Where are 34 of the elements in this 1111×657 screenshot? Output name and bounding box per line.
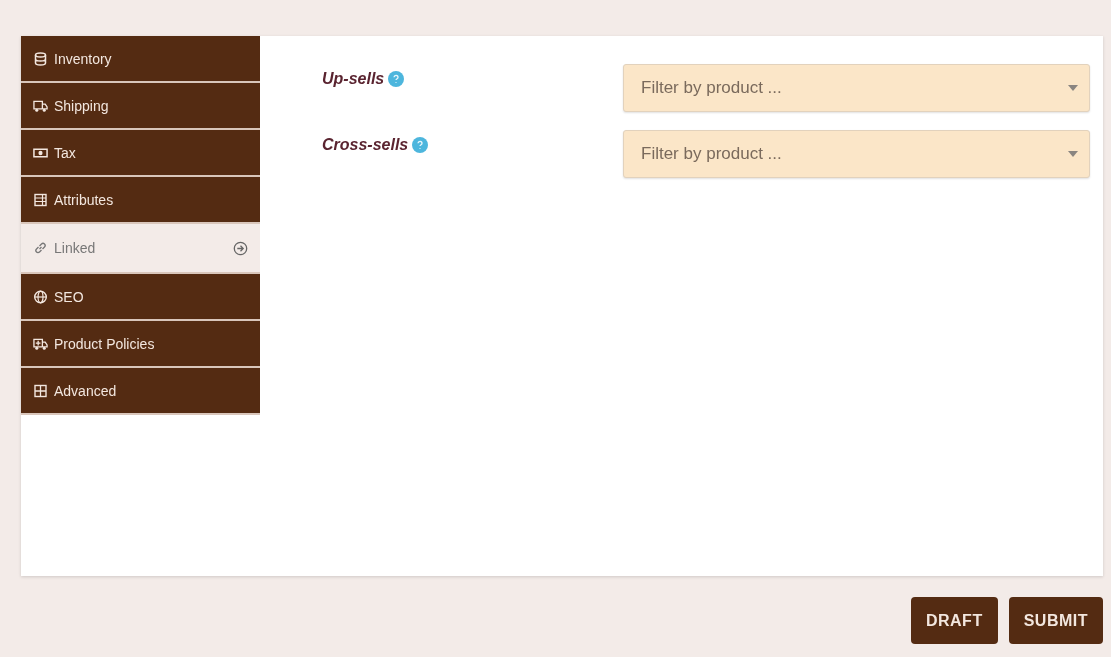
sidebar-item-label: Product Policies bbox=[54, 335, 156, 352]
globe-icon bbox=[33, 289, 48, 304]
field-label: Cross-sells bbox=[322, 136, 409, 154]
server-icon bbox=[33, 192, 48, 207]
sidebar-item[interactable]: Advanced bbox=[21, 368, 260, 415]
sidebar-item[interactable]: Attributes bbox=[21, 177, 260, 224]
sidebar-item[interactable]: Tax bbox=[21, 130, 260, 177]
sidebar-item-label: SEO bbox=[54, 288, 85, 305]
ambulance-icon bbox=[33, 336, 48, 351]
help-icon[interactable] bbox=[388, 71, 405, 87]
sidebar-item-label: Tax bbox=[54, 144, 77, 161]
caret-icon bbox=[1068, 85, 1078, 91]
arrow-circle-icon bbox=[233, 240, 248, 256]
sidebar-item[interactable]: Linked bbox=[21, 224, 260, 274]
sidebar-item-label: Inventory bbox=[54, 50, 113, 67]
product-filter-dropdown[interactable]: Filter by product ... bbox=[623, 64, 1090, 112]
truck-icon bbox=[33, 98, 48, 113]
caret-icon bbox=[1068, 151, 1078, 157]
submit-button[interactable]: SUBMIT bbox=[1008, 597, 1103, 644]
sidebar-item-label: Shipping bbox=[54, 97, 110, 114]
sidebar-item[interactable]: Shipping bbox=[21, 83, 260, 130]
draft-button[interactable]: DRAFT bbox=[910, 597, 998, 644]
sidebar-item-label: Linked bbox=[54, 240, 97, 256]
database-icon bbox=[33, 51, 48, 66]
sidebar-item-label: Advanced bbox=[54, 382, 118, 399]
sidebar-item[interactable]: Inventory bbox=[21, 36, 260, 83]
sidebar-item-label: Attributes bbox=[54, 191, 115, 208]
field-label: Up-sells bbox=[322, 70, 385, 88]
sidebar-item[interactable]: SEO bbox=[21, 274, 260, 321]
grid-icon bbox=[33, 383, 48, 398]
product-filter-dropdown[interactable]: Filter by product ... bbox=[623, 130, 1090, 178]
help-icon[interactable] bbox=[412, 137, 429, 153]
sidebar-item[interactable]: Product Policies bbox=[21, 321, 260, 368]
link-icon bbox=[33, 241, 48, 255]
